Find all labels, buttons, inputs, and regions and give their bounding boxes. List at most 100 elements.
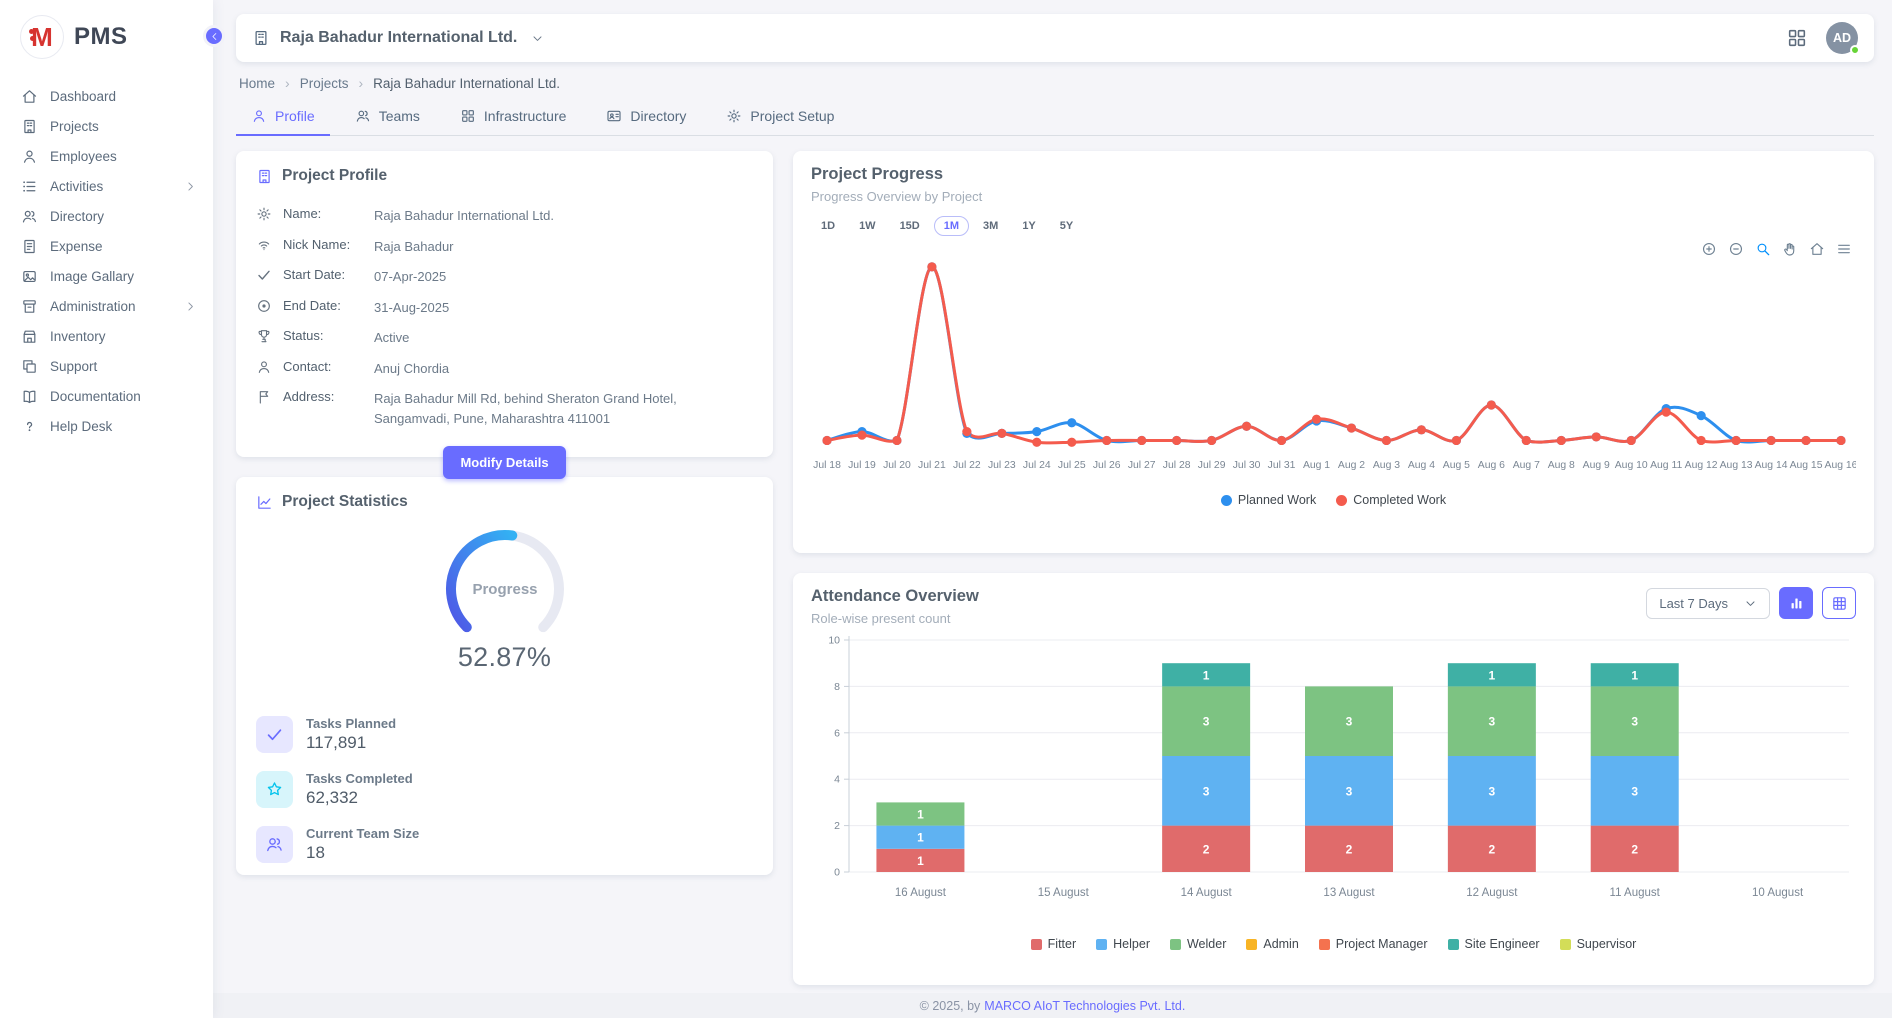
- breadcrumb-item[interactable]: Home ›: [239, 75, 290, 91]
- app-logo[interactable]: M PMS: [0, 0, 213, 75]
- stat-label: Current Team Size: [306, 826, 419, 841]
- legend-item[interactable]: Admin: [1246, 937, 1298, 951]
- sidebar-item[interactable]: Directory: [0, 201, 213, 231]
- svg-text:1: 1: [1631, 668, 1638, 682]
- sidebar-item-label: Directory: [50, 209, 104, 224]
- time-range-button[interactable]: 3M: [973, 216, 1008, 236]
- gauge-value: 52.87%: [256, 642, 753, 673]
- legend-item[interactable]: Helper: [1096, 937, 1150, 951]
- breadcrumb: Home › Projects › Raja Bahadur Internati…: [239, 75, 1874, 91]
- sidebar-item[interactable]: Support: [0, 351, 213, 381]
- legend-swatch: [1560, 939, 1571, 950]
- breadcrumb-item[interactable]: Raja Bahadur International Ltd. ›: [373, 76, 560, 91]
- menu-icon[interactable]: [1836, 241, 1852, 257]
- profile-field: Address: Raja Bahadur Mill Rd, behind Sh…: [256, 383, 753, 433]
- avatar-initials: AD: [1833, 31, 1851, 45]
- footer-link[interactable]: MARCO AIoT Technologies Pvt. Ltd.: [984, 999, 1185, 1013]
- legend-item[interactable]: Welder: [1170, 937, 1226, 951]
- pan-icon[interactable]: [1782, 241, 1798, 257]
- zoom-in-icon[interactable]: [1701, 241, 1717, 257]
- tab-icon: [606, 108, 622, 124]
- sidebar-item[interactable]: Activities: [0, 171, 213, 201]
- legend-swatch: [1096, 939, 1107, 950]
- svg-text:Aug 11: Aug 11: [1650, 460, 1682, 471]
- tab[interactable]: Profile: [236, 100, 330, 136]
- svg-text:2: 2: [1203, 842, 1210, 856]
- field-label: Start Date:: [283, 266, 363, 282]
- legend-item[interactable]: Completed Work: [1336, 493, 1446, 507]
- time-range-button[interactable]: 5Y: [1050, 216, 1083, 236]
- legend-item[interactable]: Project Manager: [1319, 937, 1428, 951]
- time-range-button[interactable]: 1M: [934, 216, 969, 236]
- time-range-button[interactable]: 1Y: [1012, 216, 1045, 236]
- svg-text:Jul 31: Jul 31: [1268, 460, 1296, 471]
- user-avatar[interactable]: AD: [1826, 22, 1858, 54]
- company-selector[interactable]: Raja Bahadur International Ltd.: [252, 29, 544, 47]
- svg-text:Jul 22: Jul 22: [953, 460, 981, 471]
- online-status-dot: [1850, 45, 1860, 55]
- legend-item[interactable]: Planned Work: [1221, 493, 1316, 507]
- tab-icon: [460, 108, 476, 124]
- sidebar-item[interactable]: Projects: [0, 111, 213, 141]
- time-range-button[interactable]: 15D: [890, 216, 930, 236]
- sidebar-item[interactable]: Help Desk: [0, 411, 213, 441]
- legend-swatch: [1319, 939, 1330, 950]
- range-dropdown[interactable]: Last 7 Days: [1646, 588, 1770, 619]
- sidebar-item[interactable]: Documentation: [0, 381, 213, 411]
- main-content: Raja Bahadur International Ltd. AD Home …: [213, 0, 1892, 1018]
- selection-zoom-icon[interactable]: [1755, 241, 1771, 257]
- legend-item[interactable]: Site Engineer: [1448, 937, 1540, 951]
- tab[interactable]: Teams: [340, 100, 435, 136]
- svg-text:11 August: 11 August: [1610, 887, 1661, 899]
- tab[interactable]: Project Setup: [711, 100, 849, 136]
- legend-item[interactable]: Fitter: [1031, 937, 1076, 951]
- chevron-left-icon: [209, 31, 220, 42]
- field-value: Raja Bahadur International Ltd.: [374, 205, 753, 226]
- sidebar-item[interactable]: Image Gallary: [0, 261, 213, 291]
- svg-text:10: 10: [828, 635, 840, 647]
- svg-text:Jul 28: Jul 28: [1163, 460, 1191, 471]
- time-range-button[interactable]: 1W: [849, 216, 886, 236]
- field-label: Address:: [283, 388, 363, 404]
- svg-text:Progress: Progress: [472, 581, 537, 598]
- home-reset-icon[interactable]: [1809, 241, 1825, 257]
- sidebar-item[interactable]: Employees: [0, 141, 213, 171]
- svg-text:Jul 23: Jul 23: [988, 460, 1016, 471]
- zoom-out-icon[interactable]: [1728, 241, 1744, 257]
- tab-label: Teams: [379, 108, 420, 124]
- legend-item[interactable]: Supervisor: [1560, 937, 1637, 951]
- stat-row: Tasks Planned 117,891: [256, 707, 753, 762]
- chevron-right-icon: [184, 180, 197, 193]
- tab[interactable]: Infrastructure: [445, 100, 581, 136]
- sidebar-item[interactable]: Expense: [0, 231, 213, 261]
- svg-text:10 August: 10 August: [1752, 887, 1804, 899]
- svg-text:15 August: 15 August: [1038, 887, 1090, 899]
- breadcrumb-separator: ›: [358, 75, 363, 91]
- svg-text:1: 1: [917, 854, 924, 868]
- apps-grid-icon[interactable]: [1786, 27, 1808, 49]
- modify-details-button[interactable]: Modify Details: [443, 446, 565, 479]
- sidebar-item[interactable]: Inventory: [0, 321, 213, 351]
- sidebar-item-icon: [21, 238, 38, 255]
- field-icon: [256, 328, 272, 344]
- profile-field: Status: Active: [256, 322, 753, 353]
- breadcrumb-item[interactable]: Projects ›: [300, 75, 363, 91]
- project-progress-chart[interactable]: Jul 18Jul 19Jul 20Jul 21Jul 22Jul 23Jul …: [811, 238, 1856, 491]
- svg-text:8: 8: [834, 681, 840, 693]
- stat-label: Tasks Completed: [306, 771, 413, 786]
- sidebar-collapse-button[interactable]: [203, 25, 225, 47]
- table-view-button[interactable]: [1822, 587, 1856, 619]
- range-dropdown-value: Last 7 Days: [1659, 596, 1728, 611]
- field-value: 07-Apr-2025: [374, 266, 753, 287]
- stat-row: Current Team Size 18: [256, 817, 753, 872]
- tab-label: Infrastructure: [484, 108, 566, 124]
- svg-text:3: 3: [1631, 784, 1638, 798]
- tab[interactable]: Directory: [591, 100, 701, 136]
- field-label: Nick Name:: [283, 236, 363, 252]
- sidebar-item[interactable]: Dashboard: [0, 81, 213, 111]
- attendance-chart[interactable]: 024681011116 August15 August233114 Augus…: [811, 630, 1856, 935]
- sidebar-item[interactable]: Administration: [0, 291, 213, 321]
- bar-view-button[interactable]: [1779, 587, 1813, 619]
- sidebar-item-label: Expense: [50, 239, 103, 254]
- time-range-button[interactable]: 1D: [811, 216, 845, 236]
